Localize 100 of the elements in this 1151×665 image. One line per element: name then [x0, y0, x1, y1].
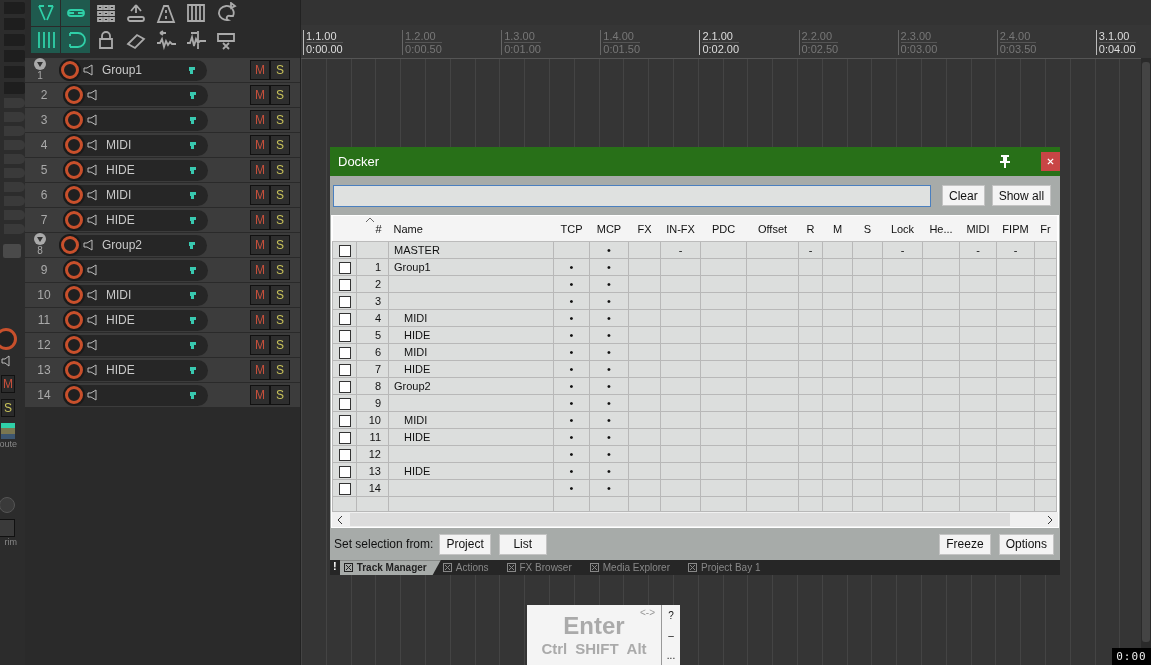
- solo-button[interactable]: S: [270, 310, 290, 330]
- fx-plugin-icon[interactable]: [188, 340, 198, 350]
- fx-plugin-icon[interactable]: [188, 315, 198, 325]
- row-checkbox[interactable]: [338, 398, 351, 410]
- speaker-icon[interactable]: [87, 89, 99, 101]
- overlay-option[interactable]: –: [668, 629, 674, 641]
- speaker-icon[interactable]: [87, 389, 99, 401]
- fx-plugin-icon[interactable]: [188, 390, 198, 400]
- fx-plugin-icon[interactable]: [187, 65, 197, 75]
- track-header-panel[interactable]: MIDI: [63, 134, 208, 156]
- pin-icon[interactable]: [999, 154, 1011, 169]
- solo-button[interactable]: S: [270, 335, 290, 355]
- docker-tab[interactable]: Media Explorer: [585, 560, 684, 575]
- show-all-button[interactable]: Show all: [991, 185, 1052, 207]
- selection-source-button[interactable]: List: [498, 533, 547, 555]
- speaker-icon[interactable]: [87, 164, 99, 176]
- track-header-panel[interactable]: HIDE: [63, 159, 208, 181]
- fx-plugin-icon[interactable]: [188, 365, 198, 375]
- solo-button[interactable]: S: [270, 235, 290, 255]
- close-box-icon[interactable]: [589, 563, 599, 573]
- column-header[interactable]: M: [832, 222, 843, 235]
- solo-button[interactable]: S: [270, 110, 290, 130]
- row-checkbox[interactable]: [338, 347, 351, 359]
- speaker-icon[interactable]: [87, 314, 99, 326]
- record-arm-button[interactable]: [65, 286, 83, 304]
- column-header[interactable]: S: [863, 222, 872, 235]
- track-header-panel[interactable]: Group2: [59, 234, 207, 256]
- row-checkbox[interactable]: [338, 449, 351, 461]
- docker-tab[interactable]: Track Manager: [339, 560, 441, 575]
- fx-plugin-icon[interactable]: [188, 115, 198, 125]
- solo-button[interactable]: S: [1, 399, 15, 417]
- speaker-icon[interactable]: [87, 289, 99, 301]
- clear-button[interactable]: Clear: [942, 185, 985, 207]
- toolbar-button[interactable]: [31, 27, 60, 53]
- solo-button[interactable]: S: [270, 135, 290, 155]
- record-arm-button[interactable]: [65, 136, 83, 154]
- fx-plugin-icon[interactable]: [188, 165, 198, 175]
- fx-plugin-icon[interactable]: [188, 265, 198, 275]
- solo-button[interactable]: S: [270, 285, 290, 305]
- horizontal-scrollbar[interactable]: [332, 512, 1058, 528]
- track-header-panel[interactable]: MIDI: [63, 284, 208, 306]
- row-checkbox[interactable]: [338, 313, 351, 325]
- speaker-icon[interactable]: [87, 264, 99, 276]
- solo-button[interactable]: S: [270, 260, 290, 280]
- close-box-icon[interactable]: [688, 563, 697, 573]
- record-arm-button[interactable]: [65, 161, 83, 179]
- toolbar-button[interactable]: [61, 0, 90, 26]
- footer-button[interactable]: Freeze: [939, 533, 991, 555]
- fx-plugin-icon[interactable]: [188, 140, 198, 150]
- row-checkbox[interactable]: [338, 466, 351, 478]
- track-header-panel[interactable]: HIDE: [63, 309, 208, 331]
- filter-field[interactable]: [333, 184, 931, 207]
- record-arm-button[interactable]: [65, 336, 83, 354]
- record-arm-button[interactable]: [65, 386, 83, 404]
- track-header-panel[interactable]: Group1: [59, 59, 207, 81]
- record-arm-button[interactable]: [65, 86, 83, 104]
- row-checkbox[interactable]: [338, 279, 351, 291]
- record-arm-button[interactable]: [65, 311, 83, 329]
- toolbar-button[interactable]: [61, 27, 90, 53]
- track-header-panel[interactable]: HIDE: [63, 209, 208, 231]
- close-box-icon[interactable]: [343, 563, 353, 573]
- fx-plugin-icon[interactable]: [187, 240, 197, 250]
- fx-plugin-icon[interactable]: [188, 290, 198, 300]
- row-checkbox[interactable]: [338, 330, 351, 342]
- speaker-icon[interactable]: [87, 364, 99, 376]
- toolbar-button[interactable]: [31, 0, 60, 26]
- speaker-icon[interactable]: [87, 214, 99, 226]
- track-header-panel[interactable]: MIDI: [63, 184, 208, 206]
- speaker-icon[interactable]: [87, 114, 99, 126]
- row-checkbox[interactable]: [338, 432, 351, 444]
- row-checkbox[interactable]: [338, 483, 351, 495]
- vertical-scrollbar[interactable]: [1141, 58, 1151, 648]
- close-button[interactable]: [1041, 151, 1060, 171]
- column-header[interactable]: #: [375, 222, 382, 235]
- fx-plugin-icon[interactable]: [188, 90, 198, 100]
- scroll-right-icon[interactable]: [1046, 514, 1054, 525]
- record-arm-button[interactable]: [65, 211, 83, 229]
- speaker-icon[interactable]: [83, 64, 95, 76]
- solo-button[interactable]: S: [270, 60, 290, 80]
- close-box-icon[interactable]: [506, 563, 516, 573]
- docker-tab[interactable]: Project Bay 1: [684, 560, 775, 575]
- selection-source-button[interactable]: Project: [439, 533, 491, 555]
- record-arm-button[interactable]: [61, 61, 79, 79]
- overlay-option[interactable]: ...: [666, 649, 676, 661]
- column-header[interactable]: Name: [393, 222, 423, 235]
- solo-button[interactable]: S: [270, 385, 290, 405]
- solo-button[interactable]: S: [270, 160, 290, 180]
- docker-tab[interactable]: Actions: [438, 560, 503, 575]
- solo-button[interactable]: S: [270, 85, 290, 105]
- fx-plugin-icon[interactable]: [188, 215, 198, 225]
- speaker-icon[interactable]: [87, 189, 99, 201]
- record-arm-button[interactable]: [65, 361, 83, 379]
- column-header[interactable]: R: [806, 222, 815, 235]
- route-meter[interactable]: [1, 423, 15, 439]
- solo-button[interactable]: S: [270, 210, 290, 230]
- row-checkbox[interactable]: [338, 245, 351, 257]
- overlay-option[interactable]: ?: [668, 609, 674, 621]
- fx-plugin-icon[interactable]: [188, 190, 198, 200]
- speaker-icon[interactable]: [83, 239, 95, 251]
- scroll-left-icon[interactable]: [336, 514, 344, 525]
